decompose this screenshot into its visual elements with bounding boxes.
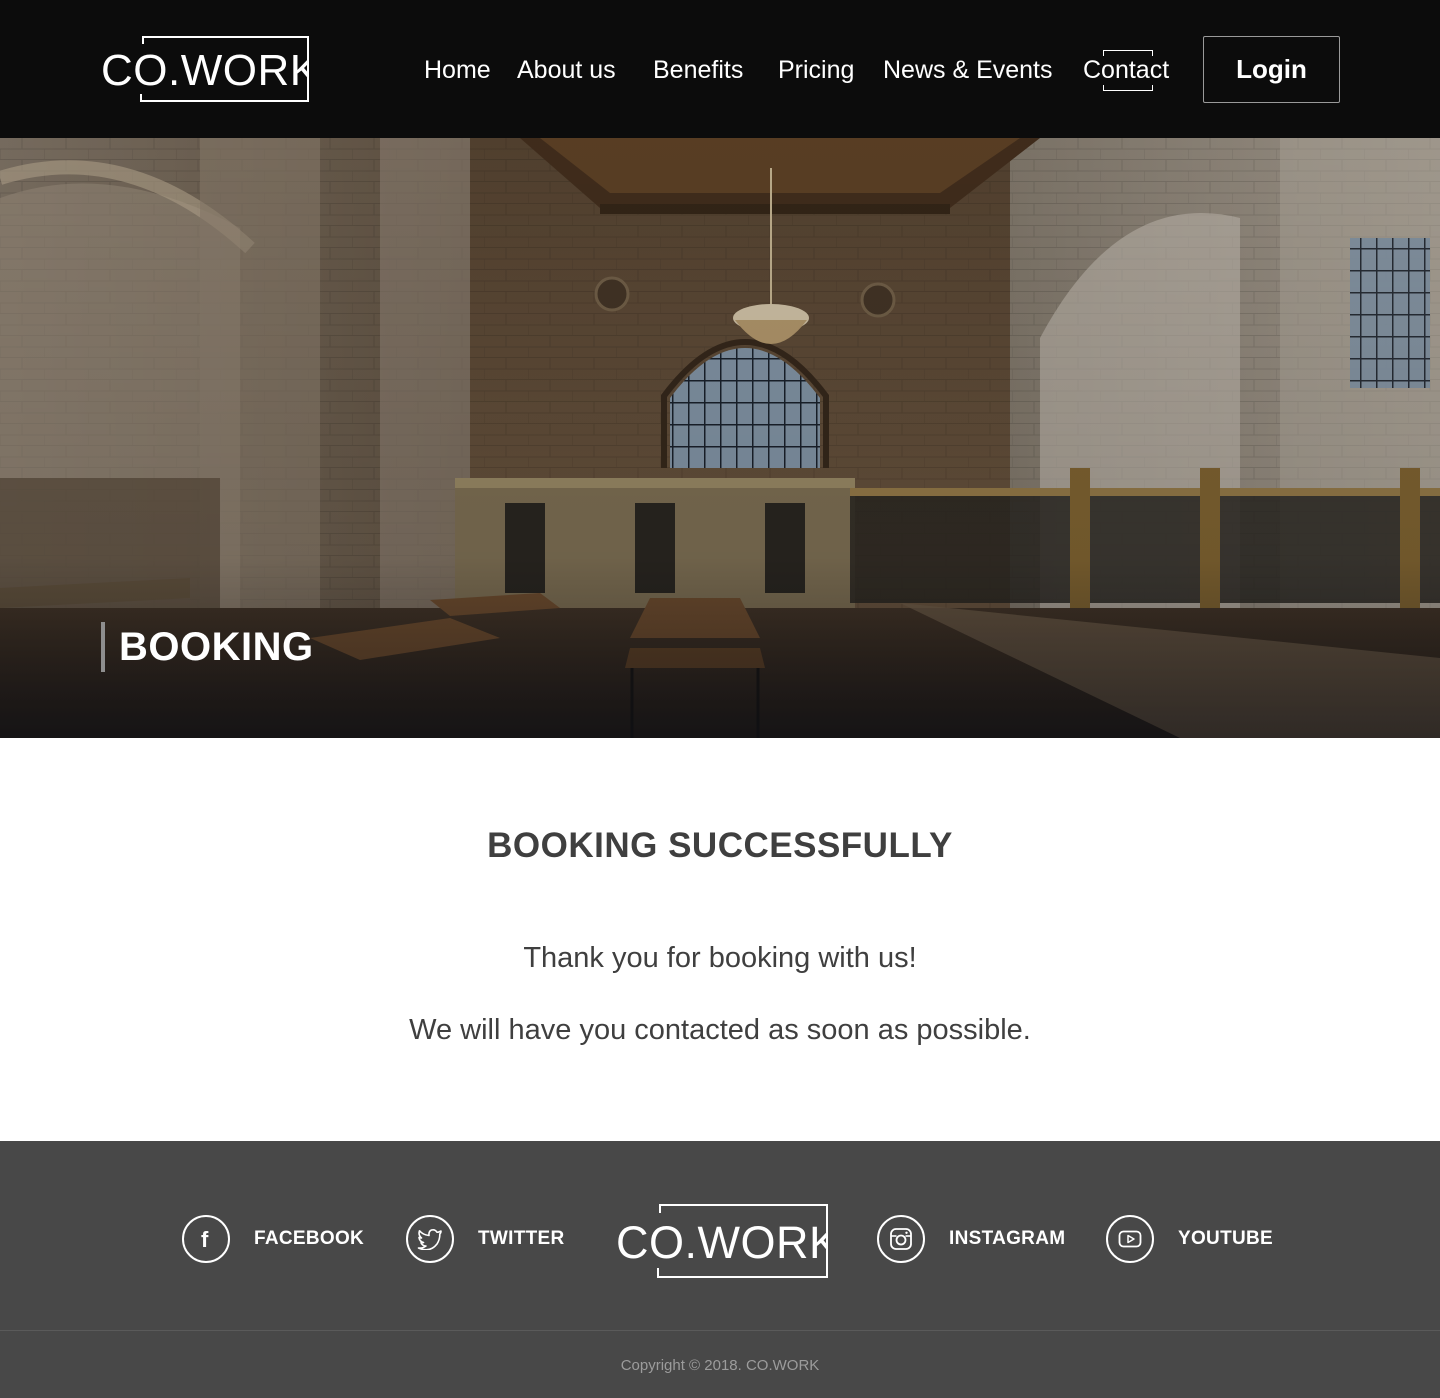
svg-text:f: f xyxy=(201,1228,209,1250)
active-indicator-top xyxy=(1103,50,1154,56)
hero-banner: BOOKING xyxy=(0,138,1440,738)
instagram-label: INSTAGRAM xyxy=(949,1228,1066,1249)
hero-title: BOOKING xyxy=(101,622,314,672)
instagram-link[interactable]: INSTAGRAM xyxy=(877,1215,1065,1263)
thank-you-message: Thank you for booking with us! xyxy=(523,942,917,974)
nav-news-events[interactable]: News & Events xyxy=(883,55,1053,85)
twitter-link[interactable]: TWITTER xyxy=(406,1215,565,1263)
facebook-icon: f xyxy=(182,1215,230,1263)
nav-about-us[interactable]: About us xyxy=(517,55,616,85)
active-indicator-bottom xyxy=(1103,85,1154,91)
site-header: CO.WORK Home About us Benefits Pricing N… xyxy=(0,0,1440,138)
twitter-icon xyxy=(406,1215,454,1263)
nav-contact-label: Contact xyxy=(1083,56,1170,84)
copyright-text: Copyright © 2018. CO.WORK xyxy=(620,1357,820,1374)
nav-benefits[interactable]: Benefits xyxy=(653,55,743,85)
twitter-label: TWITTER xyxy=(478,1228,565,1249)
svg-text:CO.WORK: CO.WORK xyxy=(101,46,309,95)
youtube-icon xyxy=(1106,1215,1154,1263)
youtube-label: YOUTUBE xyxy=(1178,1228,1273,1249)
site-footer: f FACEBOOK TWITTER CO.WORK INSTAGRAM YOU… xyxy=(0,1141,1440,1398)
site-logo[interactable]: CO.WORK xyxy=(101,36,309,102)
nav-pricing[interactable]: Pricing xyxy=(778,55,854,85)
login-button[interactable]: Login xyxy=(1203,36,1340,103)
youtube-link[interactable]: YOUTUBE xyxy=(1106,1215,1273,1263)
footer-divider xyxy=(0,1330,1440,1331)
nav-home[interactable]: Home xyxy=(424,55,491,85)
confirmation-title: BOOKING SUCCESSFULLY xyxy=(487,826,953,865)
svg-text:CO.WORK: CO.WORK xyxy=(616,1217,828,1268)
contact-message: We will have you contacted as soon as po… xyxy=(409,1014,1031,1046)
nav-contact[interactable]: Contact xyxy=(1083,50,1170,91)
footer-logo[interactable]: CO.WORK xyxy=(616,1204,839,1278)
facebook-link[interactable]: f FACEBOOK xyxy=(182,1215,364,1263)
instagram-icon xyxy=(877,1215,925,1263)
facebook-label: FACEBOOK xyxy=(254,1228,365,1249)
